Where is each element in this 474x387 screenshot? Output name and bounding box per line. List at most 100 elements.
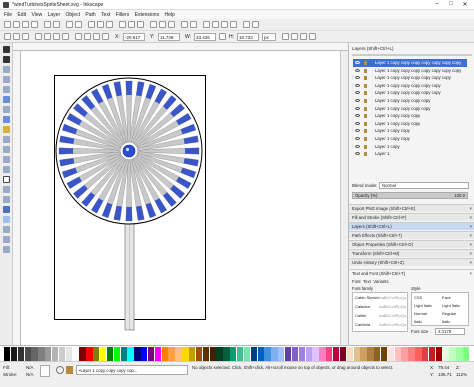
dock-export-png[interactable]: Export PNG Image (Shift+Ctrl+E) × xyxy=(349,204,474,212)
color-swatch[interactable] xyxy=(428,347,436,361)
color-swatch[interactable] xyxy=(360,347,367,361)
eye-icon[interactable] xyxy=(355,129,360,133)
eye-icon[interactable] xyxy=(355,114,360,118)
color-swatch[interactable] xyxy=(168,347,175,361)
font-size-field[interactable]: 2.4178 xyxy=(435,328,465,335)
color-swatch[interactable] xyxy=(209,347,216,361)
layer-row[interactable]: Layer 1 copy copy copy copy copy xyxy=(353,89,467,97)
color-swatch[interactable] xyxy=(17,347,25,361)
color-swatch[interactable] xyxy=(86,347,93,361)
color-swatch[interactable] xyxy=(31,347,38,361)
dock-transform[interactable]: Transform (Shift+Ctrl+M) × xyxy=(349,249,474,257)
eye-icon[interactable] xyxy=(355,121,360,125)
color-swatch[interactable] xyxy=(120,347,127,361)
color-swatch[interactable] xyxy=(223,347,230,361)
dock-layers[interactable]: Layers (Shift+Ctrl+L) × xyxy=(349,222,474,230)
maximize-button[interactable]: □ xyxy=(444,1,458,7)
eye-icon[interactable] xyxy=(355,76,360,80)
layer-row[interactable]: Layer 1 xyxy=(353,150,467,158)
tab-text[interactable]: Text xyxy=(363,279,371,284)
color-swatch[interactable] xyxy=(305,347,312,361)
color-swatch[interactable] xyxy=(24,347,31,361)
font-family-item[interactable]: Cabin Sketch xyxy=(355,295,379,300)
color-swatch[interactable] xyxy=(456,347,463,361)
color-swatch[interactable] xyxy=(127,347,134,361)
eye-icon[interactable] xyxy=(355,91,360,95)
color-swatch[interactable] xyxy=(463,347,470,361)
color-swatch[interactable] xyxy=(65,347,73,361)
color-swatch[interactable] xyxy=(442,347,449,361)
eye-icon[interactable] xyxy=(355,144,360,148)
color-swatch[interactable] xyxy=(51,347,59,361)
dock-text-font[interactable]: Text and Font (Shift+Ctrl+T) × xyxy=(349,269,474,277)
color-swatch[interactable] xyxy=(175,347,182,361)
wind-turbine-drawing[interactable] xyxy=(0,0,348,345)
lock-icon[interactable] xyxy=(364,106,367,111)
layer-row[interactable]: Layer 1 copy copy copy copy copy xyxy=(353,82,467,90)
lock-icon[interactable] xyxy=(364,76,367,81)
color-swatch[interactable] xyxy=(237,347,244,361)
eye-icon[interactable] xyxy=(355,61,360,64)
layer-row[interactable]: Layer 1 copy copy copy copy copy copy xyxy=(353,74,467,82)
color-swatch[interactable] xyxy=(79,347,86,361)
zoom-value[interactable]: 112% xyxy=(456,372,467,377)
color-swatch[interactable] xyxy=(326,347,333,361)
dock-object-properties[interactable]: Object Properties (Shift+Ctrl+O) × xyxy=(349,240,474,248)
palette-swatches[interactable] xyxy=(4,346,470,362)
opacity-spinner[interactable] xyxy=(40,365,50,377)
color-swatch[interactable] xyxy=(284,347,292,361)
lock-icon[interactable] xyxy=(364,114,367,119)
color-swatch[interactable] xyxy=(161,347,168,361)
color-swatch[interactable] xyxy=(10,347,18,361)
font-family-item[interactable]: Caladea xyxy=(355,304,370,309)
color-swatch[interactable] xyxy=(99,347,107,361)
font-family-item[interactable]: Calibri xyxy=(355,313,366,318)
color-swatch[interactable] xyxy=(332,347,340,361)
color-swatch[interactable] xyxy=(58,347,66,361)
color-swatch[interactable] xyxy=(257,347,264,361)
current-layer-select[interactable]: •Layer 1 copy copy copy cop... xyxy=(76,365,188,375)
color-swatch[interactable] xyxy=(278,347,285,361)
color-swatch[interactable] xyxy=(202,347,210,361)
lock-icon[interactable] xyxy=(364,152,367,157)
color-swatch[interactable] xyxy=(346,347,353,361)
layer-row[interactable]: Layer 1 copy copy copy copy copy copy co… xyxy=(353,67,467,75)
lock-icon[interactable] xyxy=(364,144,367,149)
eye-icon[interactable] xyxy=(56,366,64,374)
lock-icon[interactable] xyxy=(364,68,367,73)
color-swatch[interactable] xyxy=(195,347,203,361)
dock-fill-stroke[interactable]: Fill and Stroke (Shift+Ctrl+F) × xyxy=(349,213,474,221)
layer-row[interactable]: Layer 1 copy copy copy xyxy=(353,120,467,128)
font-style-list[interactable]: CSS Face Light Italic Light Italic Norma… xyxy=(411,292,469,326)
color-swatch[interactable] xyxy=(367,347,374,361)
dock-path-effects[interactable]: Path Effects (Shift+Ctrl+7) × xyxy=(349,231,474,239)
font-family-list[interactable]: Cabin Sketch AaBbCcIiPpQq Caladea AaBbCc… xyxy=(352,292,408,332)
close-button[interactable]: ✕ xyxy=(458,1,472,8)
opacity-slider[interactable]: Opacity (%) 100.0 xyxy=(352,192,468,199)
tab-variants[interactable]: Variants xyxy=(373,279,388,284)
color-swatch[interactable] xyxy=(374,347,381,361)
color-swatch[interactable] xyxy=(291,347,299,361)
eye-icon[interactable] xyxy=(355,152,360,156)
style-item[interactable]: Italic xyxy=(414,319,422,324)
color-swatch[interactable] xyxy=(113,347,120,361)
layer-row[interactable]: Layer 1 copy copy copy copy xyxy=(353,105,467,113)
minimize-button[interactable]: – xyxy=(430,1,444,7)
color-swatch[interactable] xyxy=(243,347,251,361)
vertical-scrollbar[interactable] xyxy=(340,51,348,345)
color-swatch[interactable] xyxy=(4,347,11,361)
color-swatch[interactable] xyxy=(93,347,100,361)
color-swatch[interactable] xyxy=(271,347,278,361)
color-swatch[interactable] xyxy=(422,347,429,361)
color-swatch[interactable] xyxy=(415,347,422,361)
color-swatch[interactable] xyxy=(182,347,189,361)
color-swatch[interactable] xyxy=(298,347,306,361)
layer-row[interactable]: Layer 1 copy copy copy copy copy copy co… xyxy=(353,59,467,67)
font-family-item[interactable]: Cambria xyxy=(355,322,370,327)
color-swatch[interactable] xyxy=(134,347,141,361)
lock-icon[interactable] xyxy=(364,91,367,96)
color-swatch[interactable] xyxy=(264,347,271,361)
color-swatch[interactable] xyxy=(230,347,237,361)
eye-icon[interactable] xyxy=(355,68,360,72)
color-swatch[interactable] xyxy=(401,347,408,361)
